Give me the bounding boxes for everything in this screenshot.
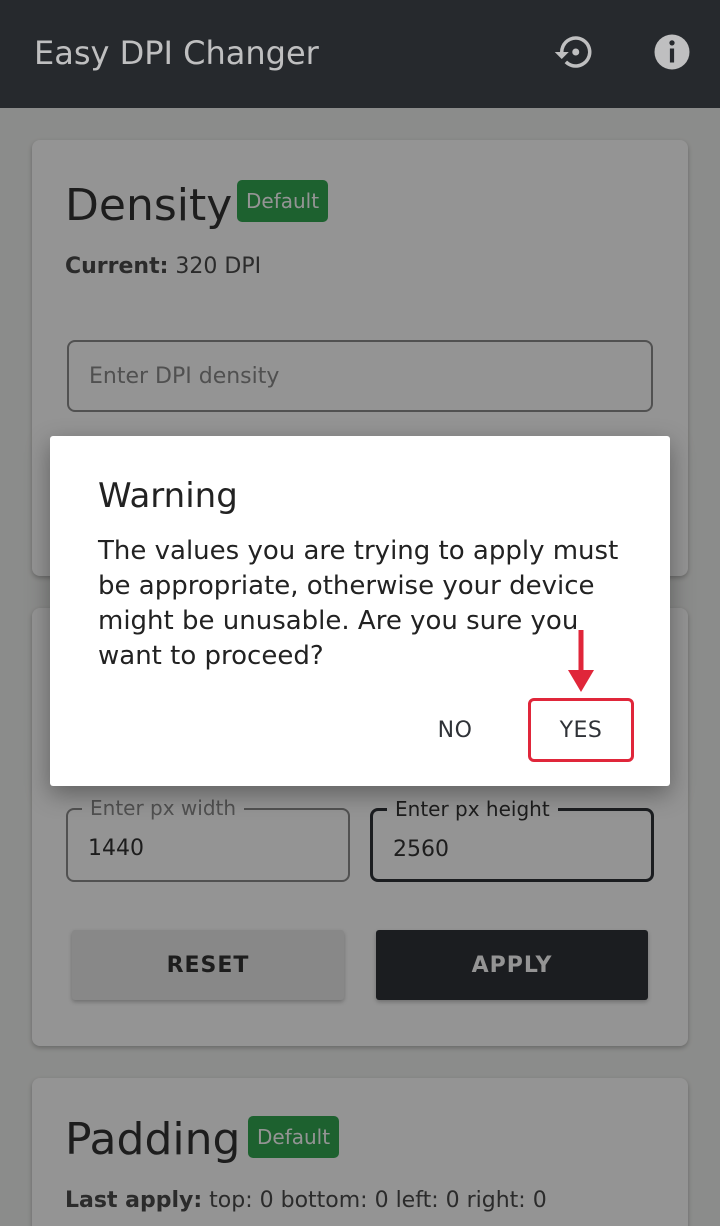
dialog-yes-button[interactable]: YES (528, 698, 634, 762)
dialog-message: The values you are trying to apply must … (98, 536, 619, 671)
modal-scrim-top (0, 0, 720, 108)
dialog-title: Warning (98, 476, 238, 516)
arrow-down-icon (568, 630, 594, 692)
warning-dialog: Warning The values you are trying to app… (50, 436, 670, 786)
dialog-no-button[interactable]: NO (420, 706, 490, 754)
